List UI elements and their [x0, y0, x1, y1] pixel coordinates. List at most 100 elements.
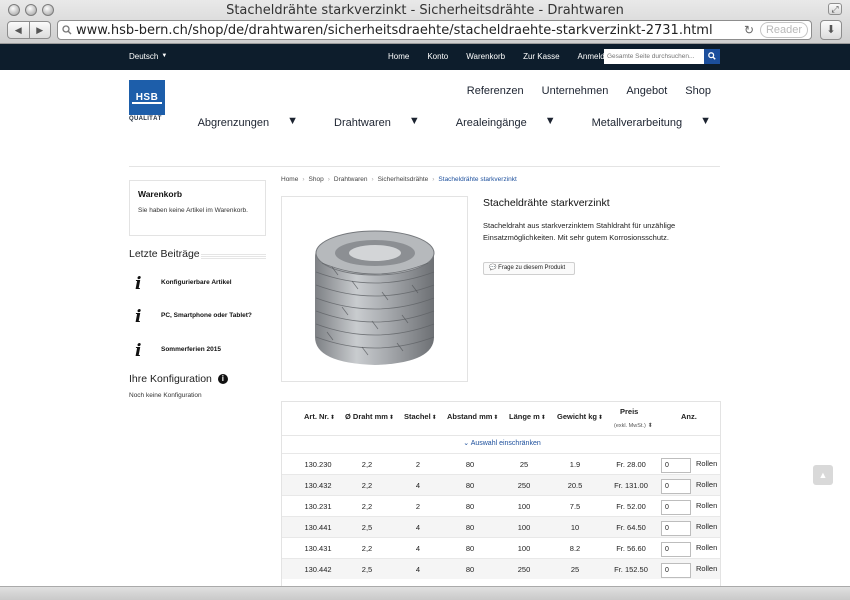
cell-draht: 2,5 — [361, 523, 373, 532]
account-links: Home Konto Warenkorb Zur Kasse Anmelden — [388, 52, 632, 61]
nav-angebot[interactable]: Angebot — [626, 85, 667, 97]
column-header-preis[interactable]: Preis — [620, 407, 638, 416]
cell-preis: Fr. 56.60 — [616, 544, 646, 553]
nav-unternehmen[interactable]: Unternehmen — [542, 85, 609, 97]
recent-posts-title: Letzte Beiträge — [129, 248, 200, 260]
cell-stachel: 4 — [415, 565, 421, 574]
forward-icon[interactable]: ▶ — [28, 22, 51, 38]
cell-draht: 2,5 — [361, 565, 373, 574]
address-bar[interactable]: www.hsb-bern.ch/shop/de/drahtwaren/siche… — [57, 20, 812, 40]
nav-arealeingaenge[interactable]: Arealeingänge ▼ — [438, 115, 556, 129]
sort-icon: ⬍ — [540, 415, 546, 421]
quantity-input[interactable] — [661, 458, 691, 473]
fullscreen-icon[interactable]: ⤢ — [828, 3, 842, 15]
cell-stachel: 4 — [415, 544, 421, 553]
column-header-art-nr[interactable]: Art. Nr.⬍ — [304, 412, 335, 421]
sort-icon: ⬍ — [598, 415, 604, 421]
download-icon[interactable]: ⬇ — [820, 20, 842, 40]
product-description: Stacheldraht aus starkverzinktem Stahldr… — [483, 221, 676, 242]
configuration-title-text: Ihre Konfiguration — [129, 373, 212, 385]
cell-gewicht: 10 — [570, 523, 580, 532]
top-link-home[interactable]: Home — [388, 52, 409, 61]
cell-laenge: 100 — [517, 544, 531, 553]
top-link-warenkorb[interactable]: Warenkorb — [466, 52, 505, 61]
nav-label: Metallverarbeitung — [591, 117, 683, 129]
column-header-abstand[interactable]: Abstand mm⬍ — [447, 412, 498, 421]
post-title[interactable]: Sommerferien 2015 — [161, 346, 221, 353]
breadcrumb-drahtwaren[interactable]: Drahtwaren — [334, 176, 368, 183]
top-link-zur-kasse[interactable]: Zur Kasse — [523, 52, 559, 61]
cell-draht: 2,2 — [361, 481, 373, 490]
configuration-title: Ihre Konfiguration i — [129, 373, 228, 385]
search-icon — [708, 52, 716, 60]
cell-preis: Fr. 152.50 — [614, 565, 648, 574]
nav-referenzen[interactable]: Referenzen — [467, 85, 524, 97]
reader-button[interactable]: Reader — [760, 22, 808, 38]
top-navigation: Deutsch ▼ Home Konto Warenkorb Zur Kasse … — [0, 44, 850, 70]
quantity-unit: Rollen — [696, 522, 718, 531]
site-search-input[interactable] — [604, 49, 704, 64]
breadcrumb: Home › Shop › Drahtwaren › Sicherheitsdrähte › S… — [281, 176, 517, 183]
product-image[interactable] — [281, 196, 468, 382]
quantity-input[interactable] — [661, 500, 691, 515]
quantity-unit: Rollen — [696, 480, 718, 489]
cell-laenge: 25 — [519, 460, 529, 469]
nav-metallverarbeitung[interactable]: Metallverarbeitung ▼ — [574, 115, 711, 129]
table-row: 130.441 2,5 4 80 100 10 Fr. 64.50 Rollen — [282, 516, 720, 537]
search-button[interactable] — [704, 49, 720, 64]
reload-icon[interactable]: ↻ — [744, 23, 754, 37]
quantity-input[interactable] — [661, 542, 691, 557]
url-text[interactable]: www.hsb-bern.ch/shop/de/drahtwaren/siche… — [76, 23, 713, 38]
column-header-stachel[interactable]: Stachel⬍ — [404, 412, 437, 421]
top-link-konto[interactable]: Konto — [427, 52, 448, 61]
back-icon[interactable]: ◀ — [8, 22, 29, 38]
cell-abstand: 80 — [465, 481, 475, 490]
nav-abgrenzungen[interactable]: Abgrenzungen ▼ — [180, 115, 298, 129]
product-question-label: Frage zu diesem Produkt — [498, 265, 566, 271]
nav-label: Drahtwaren — [334, 117, 391, 129]
hsb-logo[interactable]: HSB QUALITÄT — [129, 80, 165, 122]
column-header-laenge[interactable]: Länge m⬍ — [509, 412, 546, 421]
quantity-input[interactable] — [661, 521, 691, 536]
mini-cart-title[interactable]: Warenkorb — [138, 189, 257, 199]
cell-laenge: 250 — [517, 481, 531, 490]
column-header-gewicht[interactable]: Gewicht kg⬍ — [557, 412, 603, 421]
language-select[interactable]: Deutsch ▼ — [129, 52, 167, 61]
cell-laenge: 100 — [517, 523, 531, 532]
scroll-to-top-button[interactable]: ▲ — [813, 465, 833, 485]
post-title[interactable]: PC, Smartphone oder Tablet? — [161, 312, 252, 319]
quantity-input[interactable] — [661, 479, 691, 494]
post-title[interactable]: Konfigurierbare Artikel — [161, 279, 232, 286]
nav-label: Abgrenzungen — [197, 117, 270, 129]
filter-toggle[interactable]: ⌄ Auswahl einschränken — [282, 435, 720, 453]
column-header-draht[interactable]: Ø Draht mm⬍ — [345, 412, 394, 421]
cell-art-nr: 130.442 — [304, 565, 332, 574]
cell-gewicht: 25 — [570, 565, 580, 574]
history-nav: ◀ ▶ — [7, 21, 51, 39]
search-icon — [62, 25, 72, 35]
info-icon: i — [135, 307, 142, 327]
column-header-preis-sub: (exkl. MwSt.) ⬍ — [614, 423, 653, 429]
breadcrumb-shop[interactable]: Shop — [309, 176, 324, 183]
quantity-input[interactable] — [661, 563, 691, 578]
nav-drahtwaren[interactable]: Drahtwaren ▼ — [316, 115, 420, 129]
sort-icon: ⬍ — [431, 415, 437, 421]
breadcrumb-sicherheitsdraehte[interactable]: Sicherheitsdrähte — [378, 176, 429, 183]
cell-preis: Fr. 52.00 — [616, 502, 646, 511]
cell-abstand: 80 — [465, 460, 475, 469]
logo-mark: HSB — [129, 80, 165, 115]
cell-art-nr: 130.441 — [304, 523, 332, 532]
language-label: Deutsch — [129, 52, 159, 61]
chevron-down-icon: ▼ — [287, 115, 299, 127]
quantity-unit: Rollen — [696, 564, 718, 573]
window-title: Stacheldrähte starkverzinkt - Sicherheit… — [226, 3, 624, 18]
breadcrumb-home[interactable]: Home — [281, 176, 298, 183]
cell-art-nr: 130.431 — [304, 544, 332, 553]
cell-draht: 2,2 — [361, 460, 373, 469]
product-question-button[interactable]: 💬 Frage zu diesem Produkt — [483, 262, 575, 275]
sort-icon: ⬍ — [647, 423, 653, 429]
nav-shop[interactable]: Shop — [685, 85, 711, 97]
cell-preis: Fr. 64.50 — [616, 523, 646, 532]
column-header-anzahl: Anz. — [681, 412, 697, 421]
info-circle-icon[interactable]: i — [217, 374, 228, 384]
